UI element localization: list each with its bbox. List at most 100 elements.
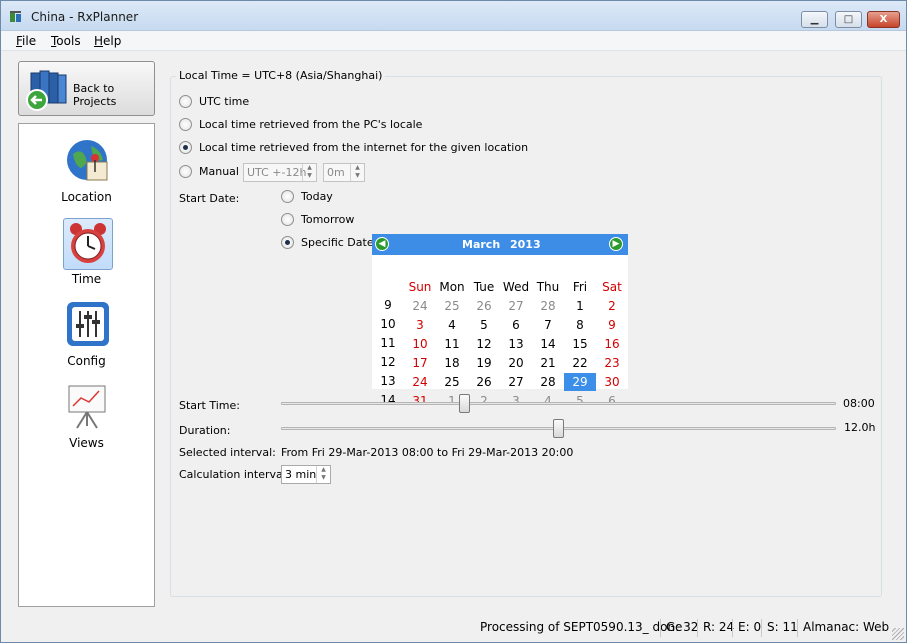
- menu-tools[interactable]: Tools: [51, 34, 81, 48]
- date-calendar: ◀ March 2013 ▶ Sun Mon Tue Wed Thu Fri Sat 9 24 2…: [372, 234, 628, 408]
- calendar-day[interactable]: 5: [564, 392, 596, 410]
- calendar-day[interactable]: 6: [500, 316, 532, 334]
- calendar-day[interactable]: 30: [596, 373, 628, 391]
- resize-grip-icon[interactable]: [892, 628, 904, 640]
- duration-label: Duration:: [179, 424, 231, 437]
- radio-button[interactable]: [281, 190, 294, 203]
- calendar-dow-header: Sat: [602, 280, 622, 294]
- minimize-button[interactable]: ▁: [801, 11, 828, 28]
- back-to-projects-button[interactable]: Back to Projects: [18, 61, 155, 116]
- calendar-day[interactable]: 24: [404, 297, 436, 315]
- group-title: Local Time = UTC+8 (Asia/Shanghai): [176, 69, 386, 82]
- calendar-header: ◀ March 2013 ▶: [372, 234, 628, 255]
- calendar-day[interactable]: 9: [596, 316, 628, 334]
- minimize-icon: ▁: [810, 14, 819, 25]
- start-time-slider-thumb[interactable]: [458, 394, 470, 413]
- app-icon: [10, 11, 21, 22]
- title-bar[interactable]: China - RxPlanner ▁ □ X: [1, 1, 906, 31]
- chart-easel-icon: [68, 385, 106, 429]
- calendar-day[interactable]: 28: [532, 297, 564, 315]
- calendar-day[interactable]: 15: [564, 335, 596, 353]
- calendar-day[interactable]: 13: [500, 335, 532, 353]
- sidebar-label-config: Config: [67, 354, 106, 368]
- spin-arrows-icon[interactable]: ▲ ▼: [350, 164, 364, 181]
- calendar-day[interactable]: 28: [532, 373, 564, 391]
- calendar-day[interactable]: 7: [532, 316, 564, 334]
- calendar-year[interactable]: 2013: [510, 238, 541, 251]
- calendar-dow-header: Thu: [536, 280, 560, 294]
- calendar-day[interactable]: 27: [500, 373, 532, 391]
- maximize-button[interactable]: □: [835, 11, 862, 28]
- calendar-day[interactable]: 16: [596, 335, 628, 353]
- duration-slider-thumb[interactable]: [553, 419, 564, 438]
- calendar-day[interactable]: 27: [500, 297, 532, 315]
- calendar-day[interactable]: 21: [532, 354, 564, 372]
- radio-specific-date[interactable]: Specific Date: [281, 236, 374, 249]
- calendar-day[interactable]: 8: [564, 316, 596, 334]
- calendar-day[interactable]: 5: [468, 316, 500, 334]
- manual-hours-spinbox[interactable]: UTC +-12h ▲ ▼: [243, 163, 317, 182]
- radio-button[interactable]: [281, 236, 294, 249]
- calendar-day[interactable]: 31: [404, 392, 436, 410]
- calendar-day[interactable]: 17: [404, 354, 436, 372]
- calendar-day[interactable]: 14: [532, 335, 564, 353]
- status-almanac: Almanac: Web: [803, 620, 890, 634]
- calendar-dow-header: Sun: [408, 280, 432, 294]
- calendar-day[interactable]: 2: [596, 297, 628, 315]
- radio-label: Tomorrow: [301, 213, 355, 226]
- radio-today[interactable]: Today: [281, 190, 333, 203]
- radio-button[interactable]: [179, 141, 192, 154]
- calendar-week-number: 10: [380, 317, 396, 331]
- radio-label: Local time retrieved from the internet f…: [199, 141, 529, 154]
- calendar-day[interactable]: 19: [468, 354, 500, 372]
- calculation-interval-spinbox[interactable]: 3 min ▲ ▼: [281, 465, 331, 484]
- calendar-day[interactable]: 26: [468, 373, 500, 391]
- back-arrow-books-icon: [26, 70, 67, 111]
- radio-internet-location[interactable]: Local time retrieved from the internet f…: [179, 141, 528, 154]
- calendar-day[interactable]: 11: [436, 335, 468, 353]
- start-time-slider-track[interactable]: [281, 402, 836, 405]
- app-window: China - RxPlanner ▁ □ X File Tools Help …: [0, 0, 907, 643]
- calendar-day[interactable]: 29: [564, 373, 596, 391]
- calendar-day[interactable]: 25: [436, 297, 468, 315]
- calendar-day[interactable]: 6: [596, 392, 628, 410]
- manual-minutes-spinbox[interactable]: 0m ▲ ▼: [323, 163, 365, 182]
- menu-help[interactable]: Help: [94, 34, 121, 48]
- calendar-day[interactable]: 20: [500, 354, 532, 372]
- calendar-day[interactable]: 24: [404, 373, 436, 391]
- calendar-day[interactable]: 25: [436, 373, 468, 391]
- next-month-icon[interactable]: ▶: [609, 237, 623, 251]
- spin-arrows-icon[interactable]: ▲ ▼: [302, 164, 316, 181]
- radio-button[interactable]: [281, 213, 294, 226]
- radio-utc-time[interactable]: UTC time: [179, 95, 249, 108]
- radio-manual[interactable]: Manual: [179, 165, 239, 178]
- radio-button[interactable]: [179, 95, 192, 108]
- sidebar-label-views: Views: [69, 436, 104, 450]
- calendar-day[interactable]: 3: [500, 392, 532, 410]
- spin-arrows-icon[interactable]: ▲ ▼: [316, 466, 330, 483]
- calendar-day[interactable]: 18: [436, 354, 468, 372]
- close-button[interactable]: X: [867, 11, 900, 28]
- calendar-day[interactable]: 3: [404, 316, 436, 334]
- status-message: Processing of SEPT0590.13_ done: [480, 620, 683, 634]
- calendar-month[interactable]: March: [462, 238, 500, 251]
- manual-hours-value: UTC +-12h: [247, 166, 307, 179]
- calendar-day[interactable]: 23: [596, 354, 628, 372]
- calendar-day[interactable]: 22: [564, 354, 596, 372]
- radio-tomorrow[interactable]: Tomorrow: [281, 213, 354, 226]
- radio-button[interactable]: [179, 118, 192, 131]
- prev-month-icon[interactable]: ◀: [375, 237, 389, 251]
- calendar-day[interactable]: 12: [468, 335, 500, 353]
- radio-label: Local time retrieved from the PC's local…: [199, 118, 423, 131]
- menu-file[interactable]: File: [16, 34, 36, 48]
- calendar-day[interactable]: 10: [404, 335, 436, 353]
- calendar-day[interactable]: 4: [532, 392, 564, 410]
- radio-button[interactable]: [179, 165, 192, 178]
- radio-label: Today: [301, 190, 333, 203]
- selected-interval-label: Selected interval:: [179, 446, 276, 459]
- calendar-day[interactable]: 26: [468, 297, 500, 315]
- calendar-day[interactable]: 2: [468, 392, 500, 410]
- calendar-day[interactable]: 1: [564, 297, 596, 315]
- radio-pc-locale[interactable]: Local time retrieved from the PC's local…: [179, 118, 422, 131]
- calendar-day[interactable]: 4: [436, 316, 468, 334]
